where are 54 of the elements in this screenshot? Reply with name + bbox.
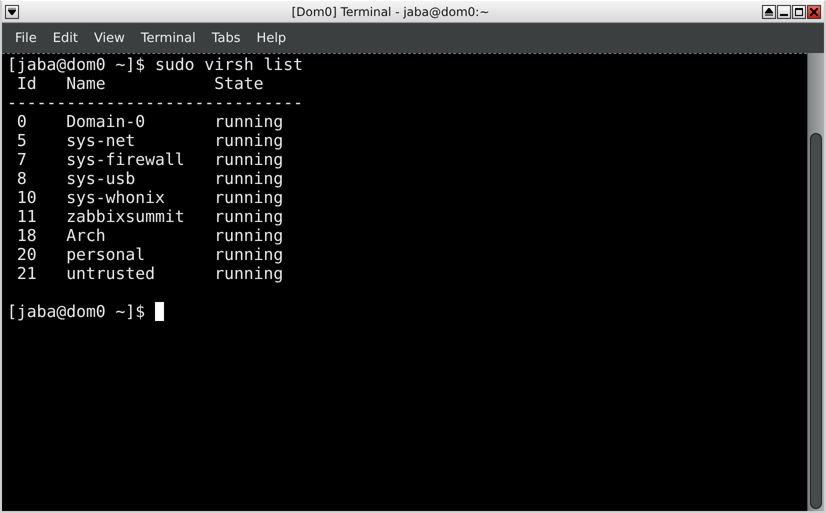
table-cell-text: 10 xyxy=(16,188,38,207)
table-cell: running xyxy=(214,226,284,245)
menu-item[interactable]: Help xyxy=(248,26,294,50)
window-menu-button[interactable] xyxy=(5,4,19,18)
table-cell: running xyxy=(214,131,284,150)
table-cell-text: 7 xyxy=(16,150,28,169)
menu-item[interactable]: View xyxy=(86,26,133,50)
menu-item[interactable]: File xyxy=(7,26,45,50)
column-header: Name xyxy=(66,74,107,93)
table-cell-text: sys-firewall xyxy=(66,150,186,169)
scrollbar-track[interactable] xyxy=(807,53,824,511)
separator-line: ------------------------------ xyxy=(7,93,304,112)
minimize-icon xyxy=(780,14,788,16)
text-cursor xyxy=(155,302,164,321)
table-cell-text: sys-whonix xyxy=(66,188,166,207)
table-cell-text: 11 xyxy=(16,207,38,226)
table-cell-text: 5 xyxy=(16,131,28,150)
shell-prompt: [jaba@dom0 ~]$ xyxy=(7,55,146,74)
table-cell-text: 20 xyxy=(16,245,38,264)
table-cell: running xyxy=(214,169,284,188)
scrollbar-thumb[interactable] xyxy=(810,133,822,509)
table-cell-text: sys-net xyxy=(66,131,136,150)
menu-item[interactable]: Edit xyxy=(44,26,86,50)
menu-item[interactable]: Tabs xyxy=(204,26,249,50)
close-icon xyxy=(810,8,818,16)
maximize-button[interactable] xyxy=(792,4,806,18)
column-header: State xyxy=(214,74,264,93)
table-cell: running xyxy=(214,207,284,226)
triangle-icon xyxy=(765,8,773,16)
table-cell: running xyxy=(214,188,284,207)
menu-item[interactable]: Terminal xyxy=(132,26,204,50)
table-cell: running xyxy=(214,150,284,169)
window-title: [Dom0] Terminal - jaba@dom0:~ xyxy=(290,4,490,18)
table-cell-text: 21 xyxy=(16,264,38,283)
table-cell-text: 0 xyxy=(16,112,28,131)
minimize-button[interactable] xyxy=(777,4,791,18)
table-cell-text: personal xyxy=(66,245,146,264)
table-cell: running xyxy=(214,112,284,131)
command-text: sudo virsh list xyxy=(155,55,304,74)
table-cell-text: Domain-0 xyxy=(66,112,146,131)
close-button[interactable] xyxy=(807,4,821,18)
shade-button[interactable] xyxy=(762,4,776,18)
table-cell-text: sys-usb xyxy=(66,169,136,188)
maximize-icon xyxy=(795,8,803,16)
column-header: Id xyxy=(16,74,38,93)
table-cell-text: 8 xyxy=(16,169,28,188)
table-cell-text: untrusted xyxy=(66,264,156,283)
shell-prompt: [jaba@dom0 ~]$ xyxy=(7,302,146,321)
table-cell: running xyxy=(214,264,284,283)
table-cell-text: 18 xyxy=(16,226,38,245)
table-cell-text: zabbixsummit xyxy=(66,207,186,226)
caret-icon xyxy=(8,8,16,15)
table-cell-text: Arch xyxy=(66,226,107,245)
table-cell: running xyxy=(214,245,284,264)
